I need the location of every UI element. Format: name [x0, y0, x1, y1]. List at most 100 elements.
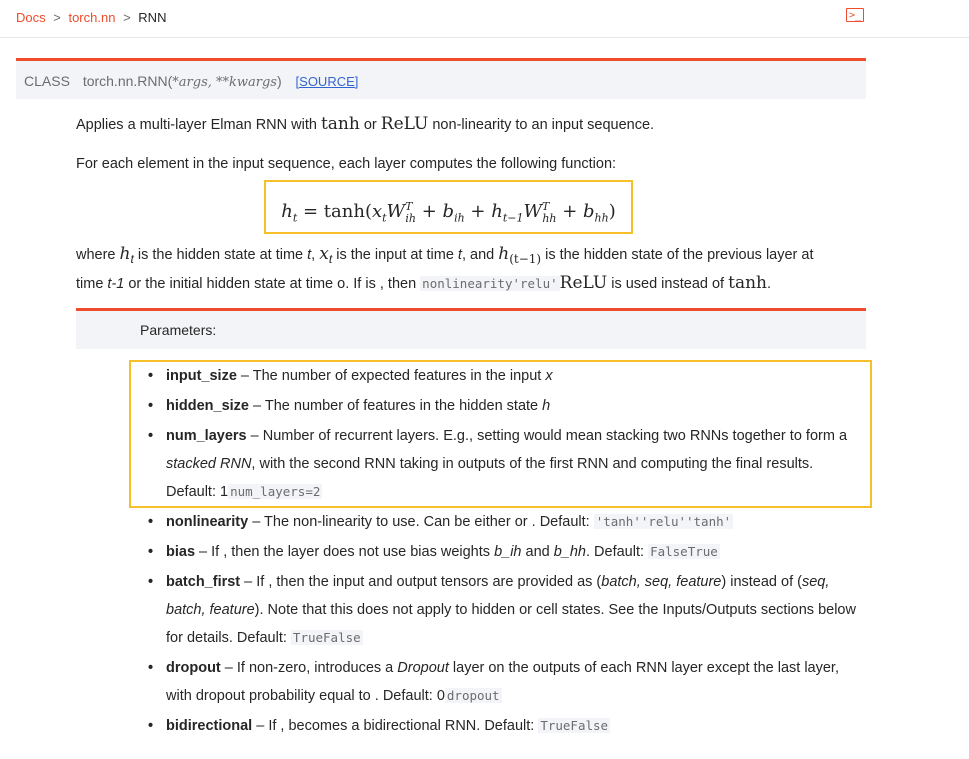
intro-paragraph: Applies a multi-layer Elman RNN with tan…: [76, 112, 866, 137]
list-item: num_layers – Number of recurrent layers.…: [148, 422, 863, 506]
where-text: where: [76, 247, 120, 263]
math-var: (t−1): [509, 251, 542, 266]
eq-term: +: [464, 201, 492, 222]
param-desc: – Number of recurrent layers. E.g., sett…: [246, 428, 848, 444]
math-var: h: [119, 244, 131, 264]
parameter-list: input_size – The number of expected feat…: [148, 362, 863, 742]
relu-math: ReLU: [559, 272, 608, 293]
param-desc: – The number of features in the hidden s…: [249, 398, 543, 414]
where-text: .: [766, 275, 772, 292]
tanh-math: tanh: [320, 114, 360, 134]
eq-term: W: [523, 201, 542, 222]
relu-math: ReLU: [380, 114, 429, 134]
intro-text: non-linearity to an input sequence.: [428, 117, 655, 133]
breadcrumb-current: RNN: [138, 10, 167, 25]
eq-term: h: [281, 201, 293, 222]
class-keyword: CLASS: [24, 73, 70, 89]
param-desc: – The number of expected features in the…: [236, 368, 546, 384]
param-name: hidden_size: [166, 398, 249, 414]
top-bar: Docs > torch.nn > RNN >_: [0, 0, 969, 38]
intro-text: or: [359, 117, 381, 133]
source-link[interactable]: [SOURCE]: [296, 74, 359, 89]
list-item: input_size – The number of expected feat…: [148, 362, 863, 390]
list-item: bidirectional – If , becomes a bidirecti…: [148, 712, 863, 740]
param-em: b_ih: [494, 544, 522, 560]
eq-term: b: [583, 201, 595, 222]
eq-term: +: [556, 201, 584, 222]
breadcrumb-separator: >: [53, 10, 61, 25]
where-text: is the hidden state at time: [133, 247, 308, 263]
inline-code: nonlinearity'relu': [420, 275, 560, 291]
eq-term: t−1: [502, 211, 524, 225]
eq-term: ): [608, 201, 616, 222]
math-var: h: [498, 244, 510, 264]
list-item: dropout – If non-zero, introduces a Drop…: [148, 654, 863, 710]
eq-term: hh: [594, 211, 609, 225]
breadcrumb: Docs > torch.nn > RNN: [16, 10, 166, 25]
where-text: is the hidden state of the previous laye…: [541, 247, 814, 263]
breadcrumb-docs-link[interactable]: Docs: [16, 10, 46, 25]
inline-code: TrueFalse: [538, 718, 611, 733]
param-em: batch, seq, feature: [601, 574, 722, 590]
inline-code: TrueFalse: [290, 630, 363, 645]
where-text: time: [76, 275, 108, 292]
rnn-equation: ht = tanh(xtWTih + bih + ht−1WThh + bhh): [264, 180, 633, 234]
parameters-heading: Parameters:: [76, 308, 866, 349]
where-text: . If is , then: [345, 275, 421, 292]
param-em: b_hh: [553, 544, 586, 560]
param-desc: – If , becomes a bidirectional RNN. Defa…: [252, 718, 539, 734]
where-text: is used instead of: [607, 275, 729, 292]
inline-code: num_layers=2: [228, 484, 323, 499]
param-name: input_size: [166, 368, 237, 384]
param-name: dropout: [166, 660, 221, 676]
list-item: nonlinearity – The non-linearity to use.…: [148, 508, 863, 536]
param-desc: – The non-linearity to use. Can be eithe…: [248, 514, 594, 530]
eq-term: h: [491, 201, 503, 222]
eq-term: x: [371, 201, 383, 222]
param-desc: – If , then the input and output tensors…: [240, 574, 602, 590]
param-desc: ). Note that this does not apply to hidd…: [166, 602, 856, 646]
eq-term: ih: [405, 211, 417, 225]
math-var: x: [319, 244, 329, 264]
shell-icon[interactable]: >_: [846, 8, 864, 22]
param-name: num_layers: [166, 428, 247, 444]
param-desc: – If non-zero, introduces a: [220, 660, 398, 676]
where-text: or the initial hidden state at time: [124, 275, 338, 292]
eq-term: ih: [454, 211, 465, 225]
eq-term: W: [386, 201, 406, 222]
param-name: bias: [166, 544, 196, 560]
param-desc: – If , then the layer does not use bias …: [195, 544, 495, 560]
math-var: t-1: [107, 275, 125, 292]
eq-term: hh: [542, 211, 557, 225]
list-item: hidden_size – The number of features in …: [148, 392, 863, 420]
eq-term: +: [416, 201, 443, 222]
param-desc: and: [521, 544, 554, 560]
tanh-math: tanh: [728, 272, 767, 293]
inline-code: FalseTrue: [648, 544, 720, 559]
where-text: is the input at time: [332, 247, 458, 263]
inline-code: dropout: [444, 688, 502, 703]
class-close-paren: ): [276, 73, 282, 89]
param-em: Dropout: [397, 660, 449, 676]
param-name: batch_first: [166, 574, 241, 590]
where-text: o: [337, 275, 346, 292]
class-args: *args, **kwargs: [172, 75, 277, 90]
class-signature: CLASS torch.nn.RNN(*args, **kwargs) [SOU…: [16, 58, 866, 99]
eq-term: = tanh(: [297, 201, 372, 222]
where-paragraph: where ht is the hidden state at time t, …: [76, 242, 866, 296]
param-name: bidirectional: [166, 718, 253, 734]
intro-text: Applies a multi-layer Elman RNN with: [76, 117, 321, 133]
breadcrumb-separator: >: [123, 10, 131, 25]
param-em: stacked RNN: [166, 456, 252, 472]
class-name: torch.nn.RNN(: [82, 73, 173, 89]
param-desc: . Default:: [586, 544, 649, 560]
param-name: nonlinearity: [166, 514, 249, 530]
list-item: bias – If , then the layer does not use …: [148, 538, 863, 566]
where-text: , and: [461, 247, 499, 263]
breadcrumb-torchnn-link[interactable]: torch.nn: [68, 10, 115, 25]
list-item: batch_first – If , then the input and ou…: [148, 568, 863, 652]
function-intro-paragraph: For each element in the input sequence, …: [76, 156, 617, 172]
eq-term: b: [442, 201, 455, 222]
inline-code: 'tanh''relu''tanh': [593, 514, 734, 529]
param-desc: ) instead of (: [721, 574, 802, 590]
